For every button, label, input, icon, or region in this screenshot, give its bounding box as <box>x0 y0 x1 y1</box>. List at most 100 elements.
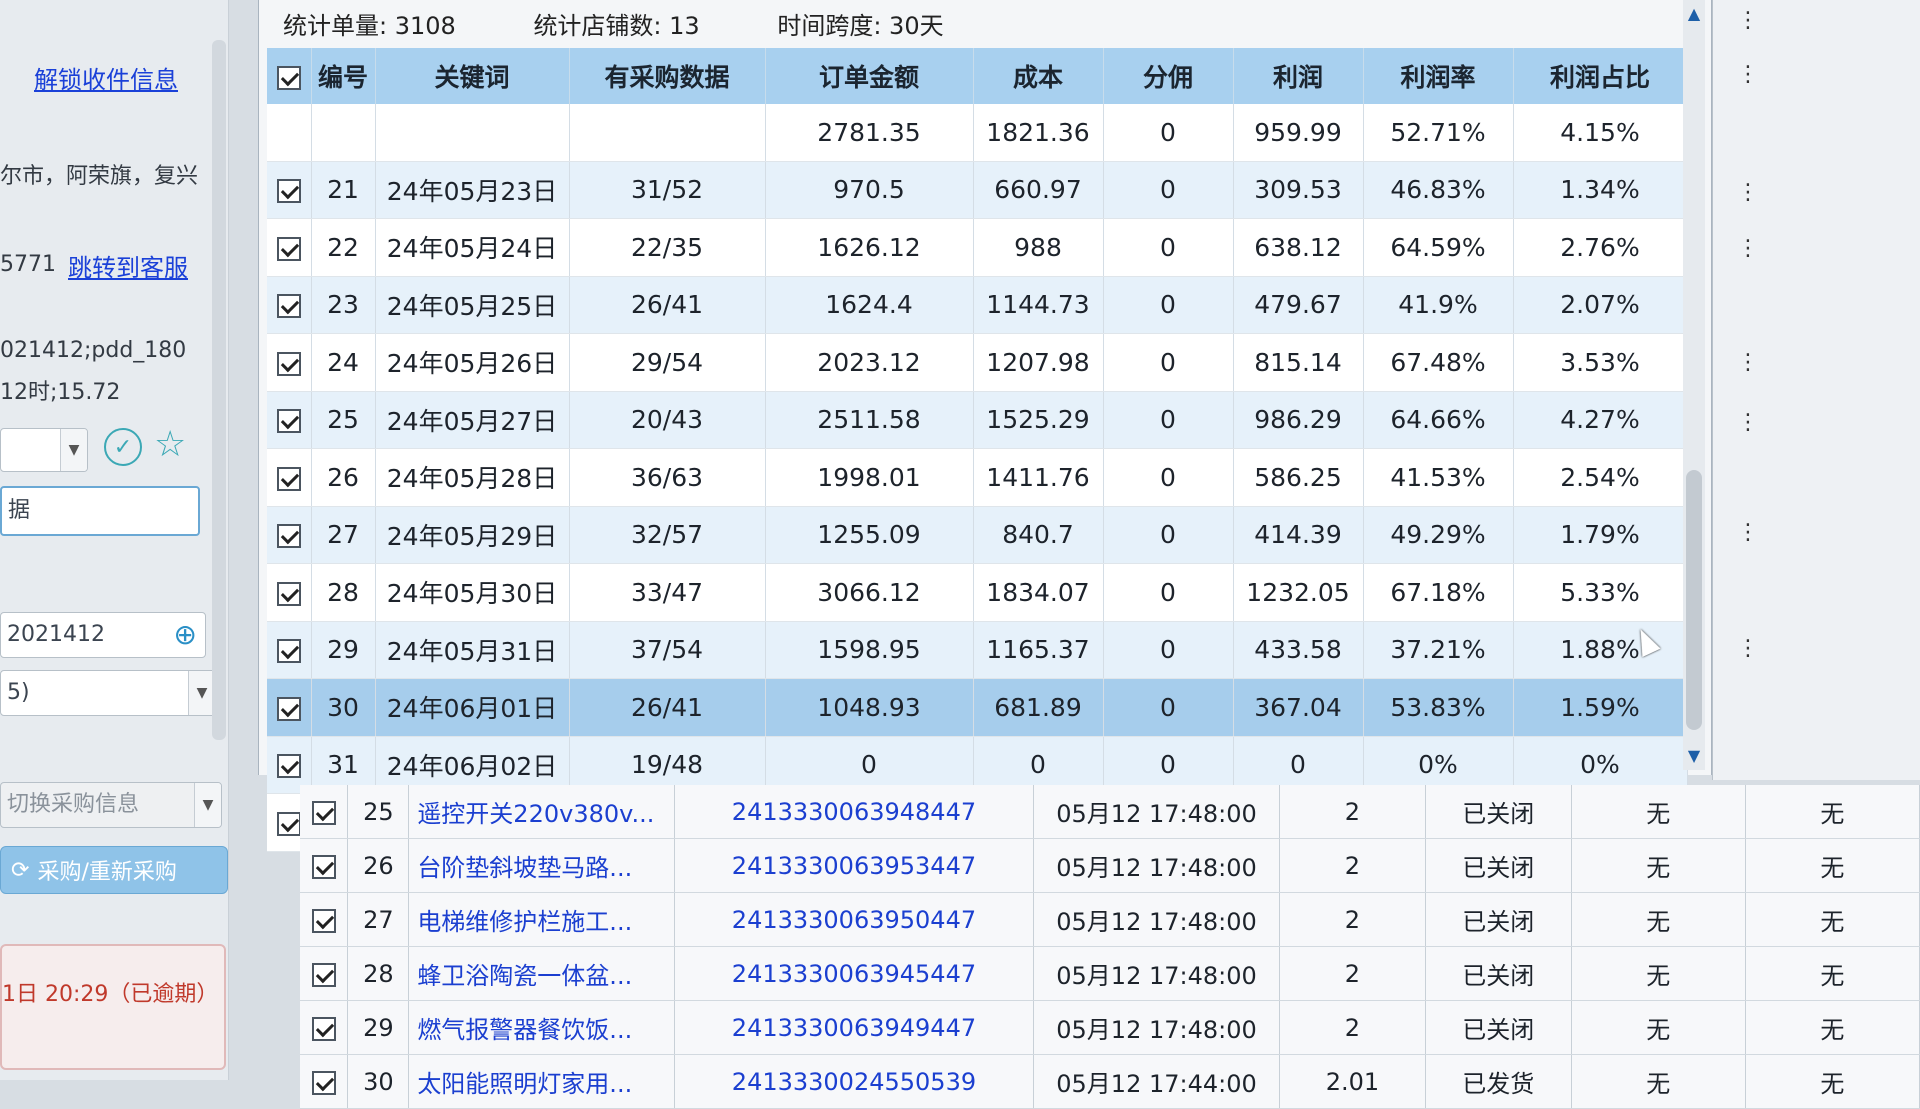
table-row[interactable]: 25 24年05月27日 20/43 2511.58 1525.29 0 986.29 64.… <box>267 391 1688 449</box>
cell-cb[interactable] <box>267 506 312 564</box>
cell-product[interactable]: 台阶垫斜坡垫马路... <box>408 838 675 893</box>
cell-cb[interactable] <box>300 946 349 1001</box>
repurchase-button[interactable]: ⟳ 采购/重新采购 <box>0 846 228 894</box>
sidebar-scrollbar[interactable] <box>212 40 226 740</box>
cell-order-id[interactable]: 2413330063949447 <box>674 1000 1035 1055</box>
select-all-header[interactable] <box>267 48 312 104</box>
cell-cb[interactable] <box>267 218 312 277</box>
cell-order-id[interactable]: 2413330063945447 <box>674 946 1035 1001</box>
table-row[interactable]: 2781.35 1821.36 0 959.99 52.71% 4.15% <box>267 104 1688 162</box>
cell-cb[interactable] <box>267 104 312 162</box>
header-purchase-data[interactable]: 有采购数据 <box>569 48 766 104</box>
cell-product[interactable]: 太阳能照明灯家用... <box>408 1054 675 1109</box>
row-checkbox[interactable] <box>311 800 336 825</box>
checkbox-icon[interactable] <box>276 65 301 90</box>
row-checkbox[interactable] <box>276 179 301 204</box>
cell-cb[interactable] <box>267 276 312 334</box>
row-checkbox[interactable] <box>276 581 301 606</box>
header-profit-rate[interactable]: 利润率 <box>1363 48 1514 104</box>
row-checkbox[interactable] <box>311 1016 336 1041</box>
header-profit[interactable]: 利润 <box>1233 48 1364 104</box>
header-profit-share[interactable]: 利润占比 <box>1513 48 1688 104</box>
switch-purchase-dropdown[interactable]: 切换采购信息 ▼ <box>0 782 222 828</box>
cell-order-id[interactable]: 2413330063950447 <box>674 892 1035 947</box>
row-checkbox[interactable] <box>276 294 301 319</box>
cell-product[interactable]: 遥控开关220v380v... <box>408 785 675 839</box>
cell-col-b: 无 <box>1745 892 1920 947</box>
scroll-down-icon[interactable]: ▼ <box>1683 744 1705 766</box>
list-item[interactable]: 27 电梯维修护栏施工... 2413330063950447 05月12 17:48… <box>300 892 1920 947</box>
header-cost[interactable]: 成本 <box>973 48 1104 104</box>
cell-purchase <box>569 104 766 162</box>
cell-order-id[interactable]: 2413330024550539 <box>674 1054 1035 1109</box>
scroll-up-icon[interactable]: ▲ <box>1683 2 1705 24</box>
cell-cb[interactable] <box>300 785 349 839</box>
cell-cb[interactable] <box>267 161 312 219</box>
list-item[interactable]: 26 台阶垫斜坡垫马路... 2413330063953447 05月12 17:48… <box>300 838 1920 893</box>
unlock-address-link[interactable]: 解锁收件信息 <box>34 60 178 95</box>
list-item[interactable]: 25 遥控开关220v380v... 2413330063948447 05月12 1… <box>300 785 1920 839</box>
header-order-amount[interactable]: 订单金额 <box>765 48 974 104</box>
secondary-combo[interactable]: 5) ▼ <box>0 670 216 716</box>
cell-order-id[interactable]: 2413330063948447 <box>674 785 1035 839</box>
cell-cb[interactable] <box>300 892 349 947</box>
cell-cb[interactable] <box>267 333 312 392</box>
table-scrollbar[interactable]: ▲ ▼ <box>1683 0 1705 770</box>
header-number[interactable]: 编号 <box>311 48 376 104</box>
row-checkbox[interactable] <box>276 811 301 836</box>
row-checkbox[interactable] <box>276 409 301 434</box>
row-checkbox[interactable] <box>276 524 301 549</box>
row-checkbox[interactable] <box>276 639 301 664</box>
cell-share: 2.54% <box>1513 448 1688 507</box>
row-checkbox[interactable] <box>276 351 301 376</box>
cell-status: 已发货 <box>1425 1054 1572 1109</box>
cell-commission: 0 <box>1103 506 1234 564</box>
scrollbar-thumb[interactable] <box>1686 470 1702 730</box>
cell-product[interactable]: 电梯维修护栏施工... <box>408 892 675 947</box>
account-field[interactable]: 2021412 ⊕ <box>0 612 206 658</box>
cell-cb[interactable] <box>267 678 312 737</box>
row-checkbox[interactable] <box>311 962 336 987</box>
table-row[interactable]: 28 24年05月30日 33/47 3066.12 1834.07 0 1232.05 67… <box>267 563 1688 622</box>
cell-cb[interactable] <box>267 391 312 449</box>
transfer-service-link[interactable]: 跳转到客服 <box>68 248 188 283</box>
table-row[interactable]: 24 24年05月26日 29/54 2023.12 1207.98 0 815.14 67.… <box>267 333 1688 392</box>
table-row[interactable]: 22 24年05月24日 22/35 1626.12 988 0 638.12 64.59% 2… <box>267 218 1688 277</box>
cell-product[interactable]: 蜂卫浴陶瓷一体盆... <box>408 946 675 1001</box>
check-circle-icon[interactable]: ✓ <box>104 428 142 466</box>
cell-commission: 0 <box>1103 678 1234 737</box>
cell-product[interactable]: 燃气报警器餐饮饭... <box>408 1000 675 1055</box>
table-row[interactable]: 21 24年05月23日 31/52 970.5 660.97 0 309.53 46.83%… <box>267 161 1688 219</box>
list-item[interactable]: 28 蜂卫浴陶瓷一体盆... 2413330063945447 05月12 17:48… <box>300 946 1920 1001</box>
row-checkbox[interactable] <box>311 854 336 879</box>
table-row[interactable]: 23 24年05月25日 26/41 1624.4 1144.73 0 479.67 41.9… <box>267 276 1688 334</box>
sidebar-search-box[interactable]: 据 <box>0 486 200 536</box>
row-checkbox[interactable] <box>311 1070 336 1095</box>
list-item[interactable]: 30 太阳能照明灯家用... 2413330024550539 05月12 17:44… <box>300 1054 1920 1109</box>
row-checkbox[interactable] <box>276 236 301 261</box>
row-checkbox[interactable] <box>276 466 301 491</box>
cell-cb[interactable] <box>300 838 349 893</box>
list-item[interactable]: 29 燃气报警器餐饮饭... 2413330063949447 05月12 17:48… <box>300 1000 1920 1055</box>
globe-icon[interactable]: ⊕ <box>174 613 197 657</box>
header-keyword[interactable]: 关键词 <box>375 48 570 104</box>
row-checkbox[interactable] <box>311 908 336 933</box>
cell-cb[interactable] <box>300 1054 349 1109</box>
table-row[interactable]: 26 24年05月28日 36/63 1998.01 1411.76 0 586.25 41.… <box>267 448 1688 507</box>
table-row[interactable]: 30 24年06月01日 26/41 1048.93 681.89 0 367.04 53.8… <box>267 678 1688 737</box>
table-row[interactable]: 29 24年05月31日 37/54 1598.95 1165.37 0 433.58 37.… <box>267 621 1688 679</box>
table-row[interactable]: 27 24年05月29日 32/57 1255.09 840.7 0 414.39 49.29… <box>267 506 1688 564</box>
cell-purchase: 32/57 <box>569 506 766 564</box>
cell-commission: 0 <box>1103 161 1234 219</box>
row-checkbox[interactable] <box>276 696 301 721</box>
left-sidebar: 解锁收件信息 尔市，阿荣旗，复兴 5771 跳转到客服 021412;pdd_1… <box>0 0 229 1080</box>
cell-cb[interactable] <box>300 1000 349 1055</box>
cell-order-id[interactable]: 2413330063953447 <box>674 838 1035 893</box>
cell-cb[interactable] <box>267 563 312 622</box>
cell-cb[interactable] <box>267 448 312 507</box>
row-checkbox[interactable] <box>276 754 301 779</box>
header-commission[interactable]: 分佣 <box>1103 48 1234 104</box>
star-icon[interactable]: ☆ <box>154 424 186 465</box>
sidebar-dropdown[interactable]: ▼ <box>0 428 88 472</box>
cell-cb[interactable] <box>267 621 312 679</box>
